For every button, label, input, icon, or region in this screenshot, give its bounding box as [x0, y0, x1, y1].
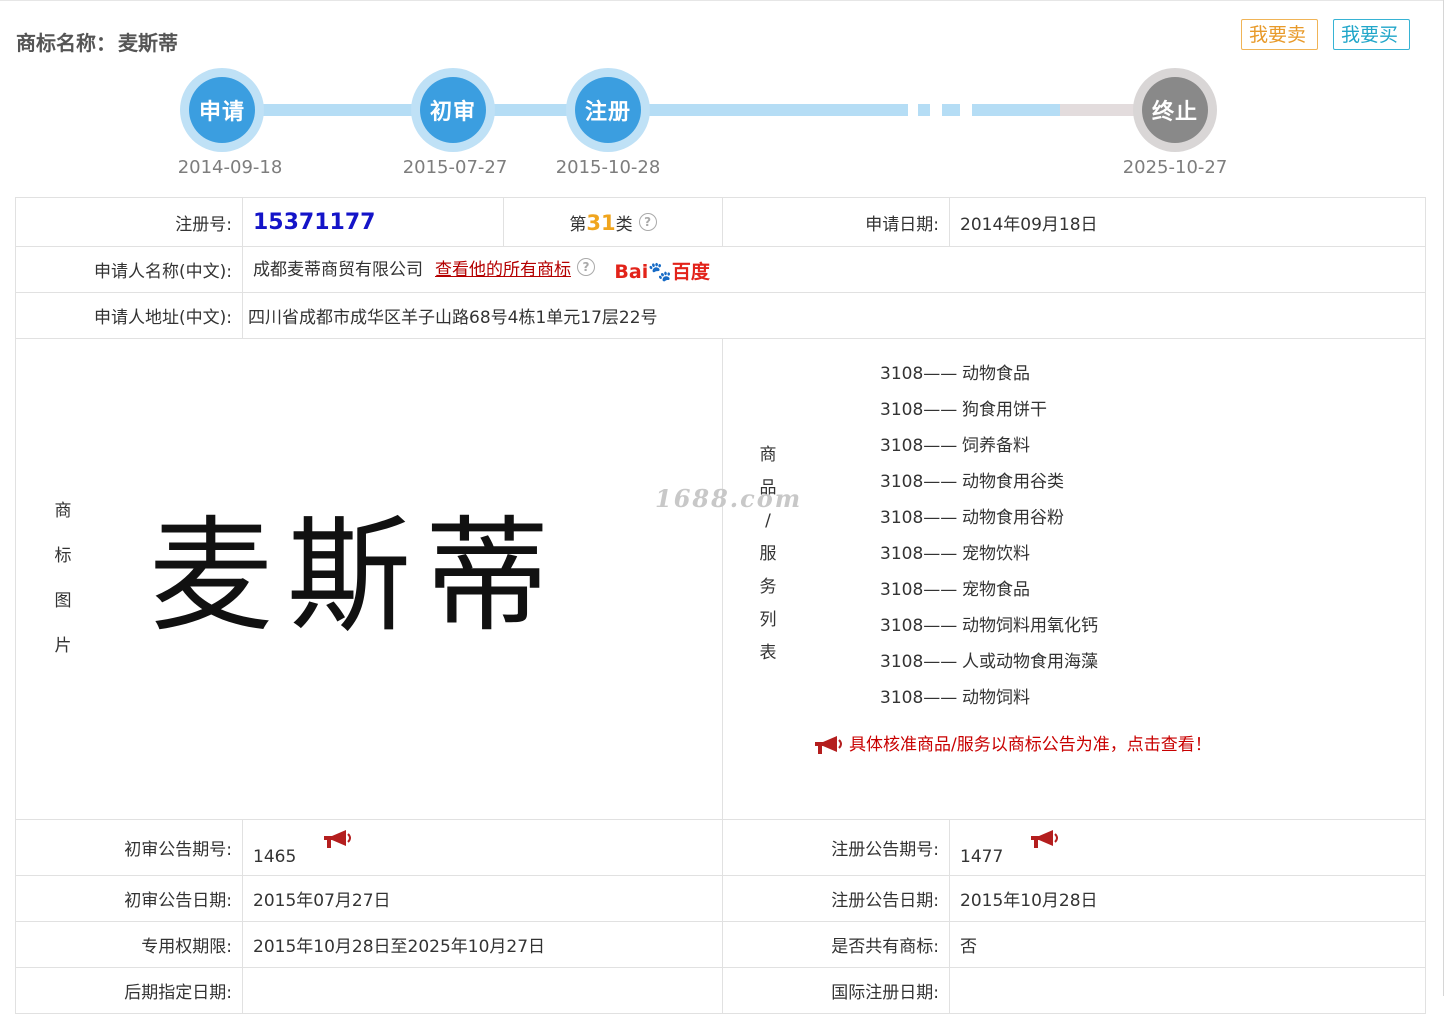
goods-cell: 商 品 / 服 务 列 表 3108—— 动物食品 3108—— 狗食用饼干 310… [722, 338, 1426, 820]
table-row: 注册号: 15371177 第31类? 申请日期: 2014年09月18日 [15, 197, 1426, 247]
trademark-info-table: 注册号: 15371177 第31类? 申请日期: 2014年09月18日 申请… [15, 197, 1426, 1014]
prelim-date-label: 初审公告日期: [15, 875, 243, 922]
list-item: 3108—— 动物饲料 [880, 688, 1030, 708]
timeline-node-register: 注册 [566, 68, 650, 152]
megaphone-icon [815, 736, 842, 754]
prelim-date-value: 2015年07月27日 [242, 875, 723, 922]
timeline-date-terminate: 2025-10-27 [1122, 157, 1228, 178]
term-value: 2015年10月28日至2025年10月27日 [242, 921, 723, 968]
class-prefix: 第 [569, 214, 587, 235]
reg-pub-no-label: 注册公告期号: [722, 819, 950, 876]
watermark: 1688.com [655, 484, 803, 513]
shared-label: 是否共有商标: [722, 921, 950, 968]
table-row: 申请人名称(中文): 成都麦蒂商贸有限公司查看他的所有商标? Bai🐾du百度 [15, 246, 1426, 293]
megaphone-icon[interactable] [322, 828, 354, 850]
apply-date-value: 2014年09月18日 [949, 197, 1426, 247]
list-item: 3108—— 动物食用谷粉 [880, 508, 1064, 528]
timeline-node-apply: 申请 [180, 68, 264, 152]
list-item: 3108—— 动物食用谷类 [880, 472, 1064, 492]
timeline-date-register: 2015-10-28 [555, 157, 661, 178]
baidu-paw-icon: 🐾 [648, 260, 672, 283]
sell-button[interactable]: 我要卖 [1241, 19, 1318, 50]
timeline-track-active [222, 104, 908, 116]
reg-pub-date-value: 2015年10月28日 [949, 875, 1426, 922]
timeline-node-terminate: 终止 [1133, 68, 1217, 152]
applicant-cell: 成都麦蒂商贸有限公司查看他的所有商标? Bai🐾du百度 [242, 246, 1426, 293]
mark-image-cell: 商 标 图 片 麦斯蒂 [15, 338, 723, 820]
intl-date-label: 国际注册日期: [722, 967, 950, 1014]
baidu-logo-cn: 百度 [671, 260, 710, 283]
list-item: 3108—— 饲养备料 [880, 436, 1030, 456]
table-row: 后期指定日期: 国际注册日期: [15, 967, 1426, 1014]
applicant-value: 成都麦蒂商贸有限公司 [253, 260, 423, 281]
list-item: 3108—— 动物饲料用氧化钙 [880, 616, 1098, 636]
goods-notice-text: 具体核准商品/服务以商标公告为准，点击查看！ [849, 735, 1212, 755]
address-label: 申请人地址(中文): [15, 292, 243, 339]
class-suffix: 类 [615, 214, 633, 235]
later-date-value [242, 967, 723, 1014]
baidu-logo-bai: Bai [614, 260, 649, 283]
reg-pub-no-value: 1477 [960, 847, 1004, 867]
reg-pub-no-cell: 1477 [949, 819, 1426, 876]
help-icon[interactable]: ? [638, 212, 657, 231]
prelim-no-cell: 1465 [242, 819, 723, 876]
page-title: 商标名称： 麦斯蒂 [16, 27, 178, 56]
frame-top-border [0, 0, 1444, 1]
table-row: 初审公告日期: 2015年07月27日 注册公告日期: 2015年10月28日 [15, 875, 1426, 922]
timeline-node-label: 终止 [1142, 77, 1208, 143]
buy-button[interactable]: 我要买 [1333, 19, 1410, 50]
reg-no-label: 注册号: [15, 197, 243, 247]
prelim-no-value: 1465 [253, 847, 297, 867]
shared-value: 否 [949, 921, 1426, 968]
goods-list: 3108—— 动物食品 3108—— 狗食用饼干 3108—— 饲养备料 3108——… [723, 356, 1425, 716]
list-item: 3108—— 宠物饮料 [880, 544, 1030, 564]
timeline-node-prelim: 初审 [411, 68, 495, 152]
baidu-search-logo[interactable]: Bai🐾du百度 [614, 257, 710, 284]
table-row: 专用权期限: 2015年10月28日至2025年10月27日 是否共有商标: 否 [15, 921, 1426, 968]
title-value: 麦斯蒂 [118, 31, 178, 55]
list-item: 3108—— 宠物食品 [880, 580, 1030, 600]
applicant-label: 申请人名称(中文): [15, 246, 243, 293]
goods-list-container: 3108—— 动物食品 3108—— 狗食用饼干 3108—— 饲养备料 3108——… [723, 339, 1425, 756]
reg-pub-date-label: 注册公告日期: [722, 875, 950, 922]
timeline-track-dash [942, 104, 960, 116]
table-row: 初审公告期号: 1465 注册公告期号: 1477 [15, 819, 1426, 876]
class-cell: 第31类? [503, 197, 723, 247]
mark-image-label: 商 标 图 片 [54, 501, 72, 656]
apply-date-label: 申请日期: [722, 197, 950, 247]
timeline-track-active-end [972, 104, 1060, 116]
timeline-node-label: 初审 [420, 77, 486, 143]
term-label: 专用权期限: [15, 921, 243, 968]
goods-notice-link[interactable]: 具体核准商品/服务以商标公告为准，点击查看！ [723, 730, 1425, 756]
table-row: 申请人地址(中文): 四川省成都市成华区羊子山路68号4栋1单元17层22号 [15, 292, 1426, 339]
intl-date-value [949, 967, 1426, 1014]
table-row: 商 标 图 片 麦斯蒂 商 品 / 服 务 列 表 3108—— 动物食品 31… [15, 338, 1426, 820]
timeline-node-label: 注册 [575, 77, 641, 143]
megaphone-icon[interactable] [1029, 828, 1061, 850]
list-item: 3108—— 人或动物食用海藻 [880, 652, 1098, 672]
later-date-label: 后期指定日期: [15, 967, 243, 1014]
list-item: 3108—— 动物食品 [880, 364, 1030, 384]
timeline-date-prelim: 2015-07-27 [402, 157, 508, 178]
address-value: 四川省成都市成华区羊子山路68号4栋1单元17层22号 [242, 292, 1426, 339]
title-label: 商标名称： [16, 31, 116, 55]
class-number: 31 [586, 210, 616, 235]
view-all-trademarks-link[interactable]: 查看他的所有商标 [435, 260, 571, 280]
list-item: 3108—— 狗食用饼干 [880, 400, 1047, 420]
timeline-node-label: 申请 [189, 77, 255, 143]
timeline-date-apply: 2014-09-18 [177, 157, 283, 178]
trademark-image: 麦斯蒂 [148, 505, 563, 649]
reg-no-cell: 15371177 [242, 197, 504, 247]
help-icon[interactable]: ? [577, 258, 595, 277]
reg-no-value: 15371177 [253, 209, 376, 235]
timeline-track-dash [918, 104, 930, 116]
prelim-no-label: 初审公告期号: [15, 819, 243, 876]
